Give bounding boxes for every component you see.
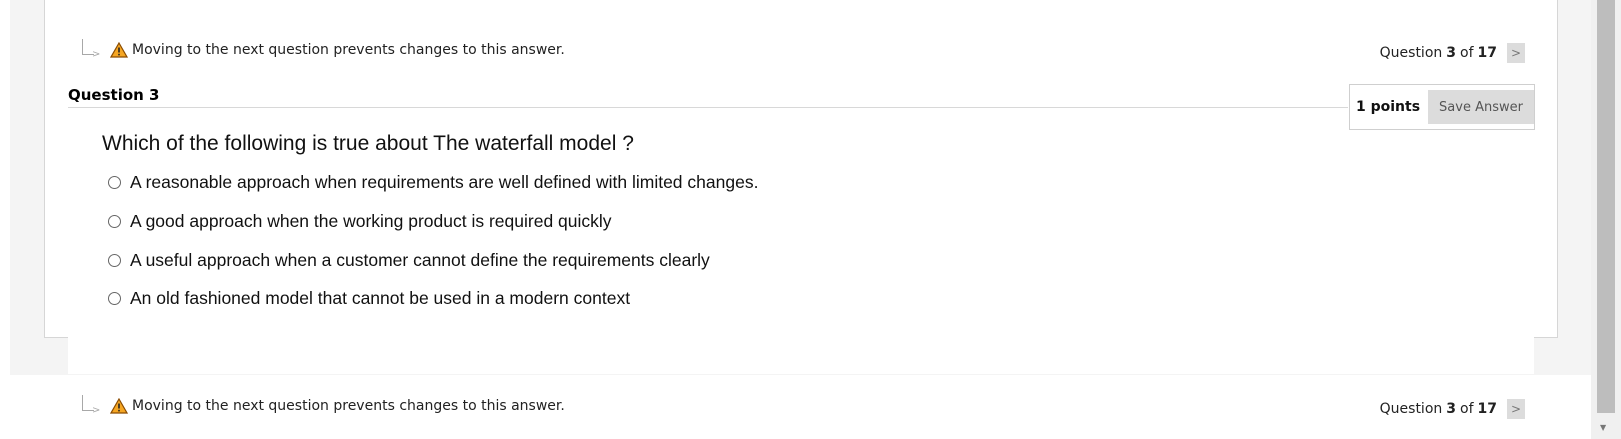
- question-nav-of: of: [1460, 401, 1474, 417]
- warning-triangle-icon: [110, 398, 128, 414]
- question-nav-current: 3: [1446, 45, 1457, 61]
- question-nav-total: 17: [1477, 45, 1497, 61]
- radio-button[interactable]: [108, 292, 121, 305]
- warning-text: Moving to the next question prevents cha…: [132, 42, 565, 58]
- warning-triangle-icon: [110, 42, 128, 58]
- save-answer-button[interactable]: Save Answer: [1428, 90, 1534, 124]
- answer-label[interactable]: An old fashioned model that cannot be us…: [130, 288, 630, 309]
- answer-option[interactable]: A good approach when the working product…: [108, 211, 612, 232]
- answer-option[interactable]: An old fashioned model that cannot be us…: [108, 288, 630, 309]
- answer-option[interactable]: A reasonable approach when requirements …: [108, 172, 758, 193]
- next-question-button[interactable]: >: [1507, 43, 1525, 63]
- indent-arrow-icon: >: [80, 39, 100, 61]
- question-nav-bottom: Question 3 of 17 >: [1380, 398, 1525, 420]
- question-nav-total: 17: [1477, 401, 1497, 417]
- chevron-right-icon: >: [1510, 46, 1522, 60]
- question-divider: [68, 107, 1348, 108]
- answer-option[interactable]: A useful approach when a customer cannot…: [108, 250, 710, 271]
- question-points: 1 points: [1356, 99, 1421, 115]
- next-question-button[interactable]: >: [1507, 399, 1525, 419]
- top-warning-row: > Moving to the next question prevents c…: [80, 38, 565, 62]
- question-nav-label: Question: [1379, 45, 1443, 61]
- question-nav-of: of: [1460, 45, 1474, 61]
- question-nav-current: 3: [1446, 401, 1457, 417]
- question-title: Question 3: [68, 86, 160, 104]
- answer-label[interactable]: A good approach when the working product…: [130, 211, 612, 232]
- scrollbar-thumb[interactable]: [1597, 0, 1615, 413]
- radio-button[interactable]: [108, 254, 121, 267]
- question-nav-label: Question: [1379, 401, 1443, 417]
- answer-label[interactable]: A reasonable approach when requirements …: [130, 172, 758, 193]
- indent-arrow-icon: >: [80, 395, 100, 417]
- question-nav-top: Question 3 of 17 >: [1380, 42, 1525, 64]
- scroll-down-icon[interactable]: ▼: [1600, 423, 1606, 432]
- question-text: Which of the following is true about The…: [102, 132, 634, 155]
- answer-label[interactable]: A useful approach when a customer cannot…: [130, 250, 710, 271]
- chevron-right-icon: >: [1510, 402, 1522, 416]
- radio-button[interactable]: [108, 215, 121, 228]
- vertical-scrollbar[interactable]: ▼: [1591, 0, 1621, 439]
- points-box: 1 points Save Answer: [1349, 84, 1535, 130]
- warning-text: Moving to the next question prevents cha…: [132, 398, 565, 414]
- radio-button[interactable]: [108, 176, 121, 189]
- bottom-warning-row: > Moving to the next question prevents c…: [80, 394, 565, 418]
